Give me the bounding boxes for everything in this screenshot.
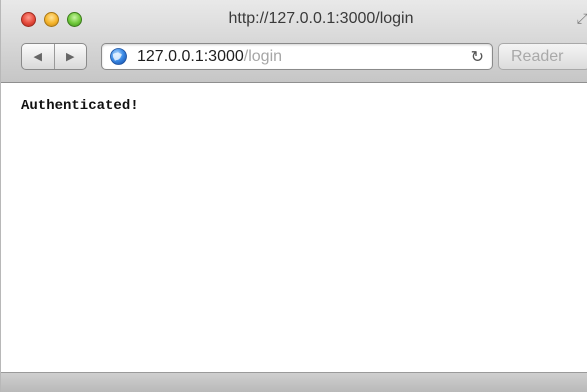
- url-path: /login: [243, 48, 283, 65]
- browser-window: http://127.0.0.1:3000/login ⤢ ◀ ▶ 127.0.…: [0, 0, 587, 392]
- reload-icon[interactable]: ↻: [471, 47, 484, 67]
- reader-button[interactable]: Reader: [498, 43, 587, 70]
- window-title: http://127.0.0.1:3000/login: [228, 10, 414, 27]
- address-bar[interactable]: 127.0.0.1:3000/login ↻: [101, 43, 493, 70]
- forward-arrow-icon: ▶: [66, 50, 75, 63]
- close-window-button[interactable]: [21, 12, 36, 27]
- fullscreen-icon[interactable]: ⤢: [570, 10, 587, 28]
- status-bar: [1, 372, 587, 392]
- globe-icon: [110, 48, 127, 65]
- url-text: 127.0.0.1:3000/login: [137, 48, 282, 66]
- forward-button[interactable]: ▶: [53, 44, 87, 69]
- zoom-window-button[interactable]: [67, 12, 82, 27]
- navigation-buttons: ◀ ▶: [21, 43, 87, 70]
- url-host: 127.0.0.1:3000: [137, 48, 244, 65]
- page-message: Authenticated!: [21, 98, 139, 114]
- browser-toolbar: http://127.0.0.1:3000/login ⤢ ◀ ▶ 127.0.…: [1, 0, 587, 83]
- back-button[interactable]: ◀: [22, 44, 54, 69]
- back-arrow-icon: ◀: [33, 50, 42, 63]
- minimize-window-button[interactable]: [44, 12, 59, 27]
